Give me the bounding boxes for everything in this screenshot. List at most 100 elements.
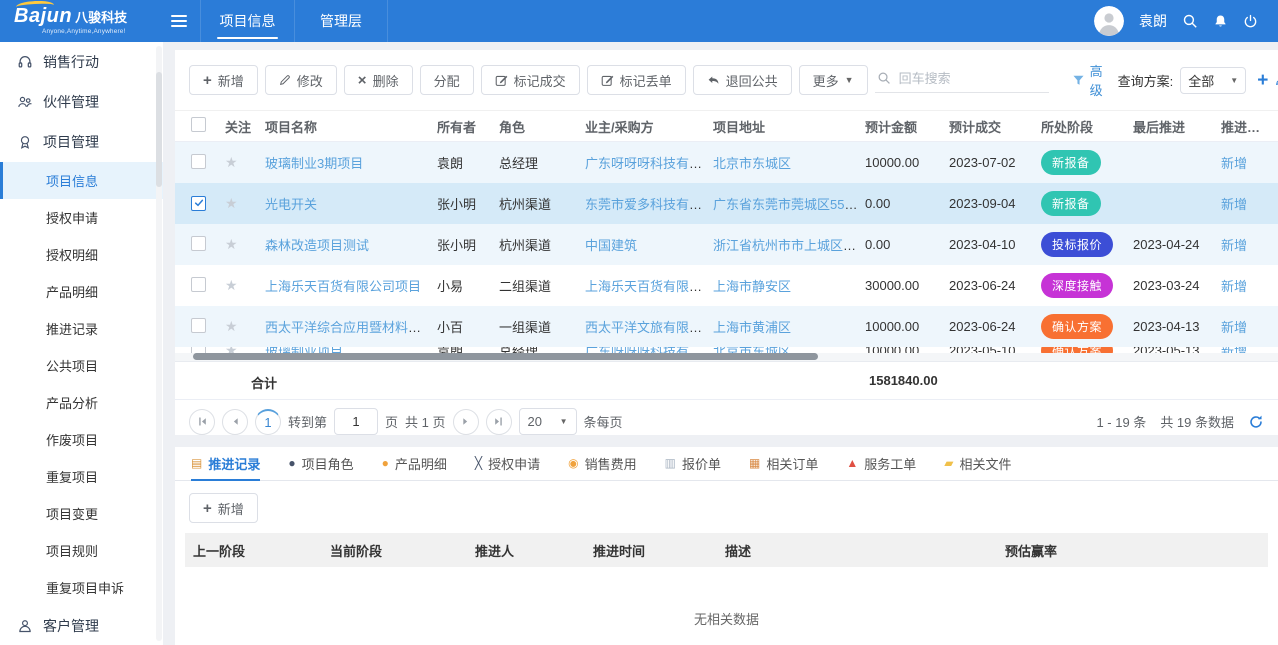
sidebar-item-customer-management[interactable]: 客户管理: [0, 606, 163, 645]
next-page-button[interactable]: [453, 409, 479, 435]
push-stage-link[interactable]: 新增: [1221, 279, 1247, 294]
power-icon[interactable]: [1243, 14, 1258, 29]
bottom-add-button[interactable]: + 新增: [189, 493, 258, 523]
menu-toggle-icon[interactable]: [158, 0, 200, 42]
logo-tagline: Anyone,Anytime,Anywhere!: [42, 28, 149, 34]
mark-won-button[interactable]: 标记成交: [481, 65, 580, 95]
current-page-button[interactable]: 1: [255, 409, 281, 435]
add-button[interactable]: +新增: [189, 65, 258, 95]
project-name-link[interactable]: 上海乐天百货有限公司项目: [265, 279, 421, 294]
stage-badge: 新报备: [1041, 150, 1101, 175]
query-plan-label: 查询方案:: [1118, 71, 1174, 90]
search-icon[interactable]: [1182, 13, 1198, 29]
more-button[interactable]: 更多▼: [799, 65, 868, 95]
page-size-select[interactable]: 20 ▼: [519, 408, 577, 435]
row-checkbox[interactable]: [191, 154, 206, 169]
query-plan-select[interactable]: 全部 ▼: [1180, 67, 1246, 94]
sidebar-item-product-detail[interactable]: 产品明细: [0, 273, 163, 310]
horizontal-scrollbar-thumb[interactable]: [193, 353, 818, 360]
project-name-link[interactable]: 光电开关: [265, 197, 317, 212]
assign-button[interactable]: 分配: [420, 65, 474, 95]
project-name-link[interactable]: 西太平洋综合应用暨材料试...: [265, 320, 432, 335]
sidebar-item-project-info[interactable]: 项目信息: [0, 162, 163, 199]
buyer-link[interactable]: 东莞市爱多科技有限...: [585, 197, 713, 212]
bottom-tab-sales-expense[interactable]: ◉销售费用: [568, 447, 637, 481]
sidebar-item-progress-record[interactable]: 推进记录: [0, 310, 163, 347]
table-body: ★玻璃制业3期项目袁朗总经理广东呀呀呀科技有限...北京市东城区10000.00…: [175, 142, 1278, 353]
project-name-link[interactable]: 森林改造项目测试: [265, 238, 369, 253]
top-tab-project-info[interactable]: 项目信息: [200, 0, 294, 42]
sidebar-item-project-change[interactable]: 项目变更: [0, 495, 163, 532]
push-stage-link[interactable]: 新增: [1221, 197, 1247, 212]
folder-icon: ▰: [944, 457, 953, 469]
delete-button[interactable]: ×删除: [344, 65, 413, 95]
sidebar-item-duplicate-project-appeal[interactable]: 重复项目申诉: [0, 569, 163, 606]
button-label: 新增: [218, 499, 244, 518]
filter-funnel-icon[interactable]: [1072, 74, 1085, 87]
edit-button[interactable]: 修改: [265, 65, 337, 95]
table-search-input[interactable]: [897, 70, 1047, 87]
buyer-link[interactable]: 上海乐天百货有限公司: [585, 279, 713, 294]
sidebar-item-public-project[interactable]: 公共项目: [0, 347, 163, 384]
bottom-tab-related-order[interactable]: ▦相关订单: [749, 447, 818, 481]
sidebar-item-sales-action[interactable]: 销售行动: [0, 42, 163, 82]
address-link[interactable]: 浙江省杭州市市上城区杭州...: [713, 238, 865, 253]
push-stage-link[interactable]: 新增: [1221, 156, 1247, 171]
star-icon[interactable]: ★: [225, 154, 238, 170]
row-checkbox[interactable]: [191, 236, 206, 251]
bottom-tab-related-file[interactable]: ▰相关文件: [944, 447, 1011, 481]
bottom-tab-progress-record[interactable]: ▤推进记录: [191, 447, 260, 481]
add-query-plan-icon[interactable]: +: [1257, 71, 1268, 90]
last-page-button[interactable]: [486, 409, 512, 435]
avatar[interactable]: [1094, 6, 1124, 36]
row-checkbox[interactable]: [191, 318, 206, 333]
goto-page-input[interactable]: [334, 408, 378, 435]
app-logo[interactable]: Bajun 八骏科技 Anyone,Anytime,Anywhere!: [0, 0, 158, 42]
bottom-tab-product-detail[interactable]: ●产品明细: [382, 447, 447, 481]
star-icon[interactable]: ★: [225, 236, 238, 252]
top-tab-management[interactable]: 管理层: [294, 0, 388, 42]
bell-icon[interactable]: [1213, 14, 1228, 29]
address-link[interactable]: 广东省东莞市莞城区55555: [713, 197, 865, 212]
address-link[interactable]: 上海市黄浦区: [713, 320, 791, 335]
buyer-link[interactable]: 西太平洋文旅有限公司: [585, 320, 713, 335]
address-link[interactable]: 上海市静安区: [713, 279, 791, 294]
select-all-checkbox[interactable]: [191, 117, 206, 132]
stage-badge: 新报备: [1041, 191, 1101, 216]
project-name-link[interactable]: 玻璃制业3期项目: [265, 156, 363, 171]
row-checkbox[interactable]: [191, 196, 206, 211]
column-header: 上一阶段: [185, 541, 330, 560]
sidebar-item-product-analysis[interactable]: 产品分析: [0, 384, 163, 421]
bottom-tab-auth-apply[interactable]: ╳授权申请: [475, 447, 540, 481]
row-checkbox[interactable]: [191, 277, 206, 292]
push-stage-link[interactable]: 新增: [1221, 320, 1247, 335]
amount-cell: 0.00: [865, 196, 949, 211]
return-public-button[interactable]: 退回公共: [693, 65, 792, 95]
sidebar-item-label: 客户管理: [43, 616, 99, 636]
push-stage-link[interactable]: 新增: [1221, 238, 1247, 253]
address-link[interactable]: 北京市东城区: [713, 156, 791, 171]
buyer-link[interactable]: 中国建筑: [585, 238, 637, 253]
sidebar-item-duplicate-project[interactable]: 重复项目: [0, 458, 163, 495]
buyer-link[interactable]: 广东呀呀呀科技有限...: [585, 156, 713, 171]
sidebar-item-auth-detail[interactable]: 授权明细: [0, 236, 163, 273]
top-tab-label: 管理层: [320, 11, 362, 31]
bottom-tab-service-ticket[interactable]: ▲服务工单: [846, 447, 916, 481]
user-name[interactable]: 袁朗: [1139, 11, 1167, 31]
star-icon[interactable]: ★: [225, 195, 238, 211]
star-icon[interactable]: ★: [225, 277, 238, 293]
sidebar-scrollbar-thumb[interactable]: [156, 72, 162, 187]
star-icon[interactable]: ★: [225, 318, 238, 334]
refresh-icon[interactable]: [1248, 414, 1264, 430]
bottom-tab-project-role[interactable]: ●项目角色: [288, 447, 353, 481]
sidebar-item-auth-apply[interactable]: 授权申请: [0, 199, 163, 236]
mark-lost-button[interactable]: 标记丢单: [587, 65, 686, 95]
advanced-search-link[interactable]: 高级: [1090, 61, 1103, 99]
sidebar-item-project-rule[interactable]: 项目规则: [0, 532, 163, 569]
sidebar-item-voided-project[interactable]: 作废项目: [0, 421, 163, 458]
prev-page-button[interactable]: [222, 409, 248, 435]
bottom-tab-quotation[interactable]: ▥报价单: [665, 447, 721, 481]
first-page-button[interactable]: [189, 409, 215, 435]
sidebar-item-project-management[interactable]: 项目管理: [0, 122, 163, 162]
sidebar-item-partner-management[interactable]: 伙伴管理: [0, 82, 163, 122]
